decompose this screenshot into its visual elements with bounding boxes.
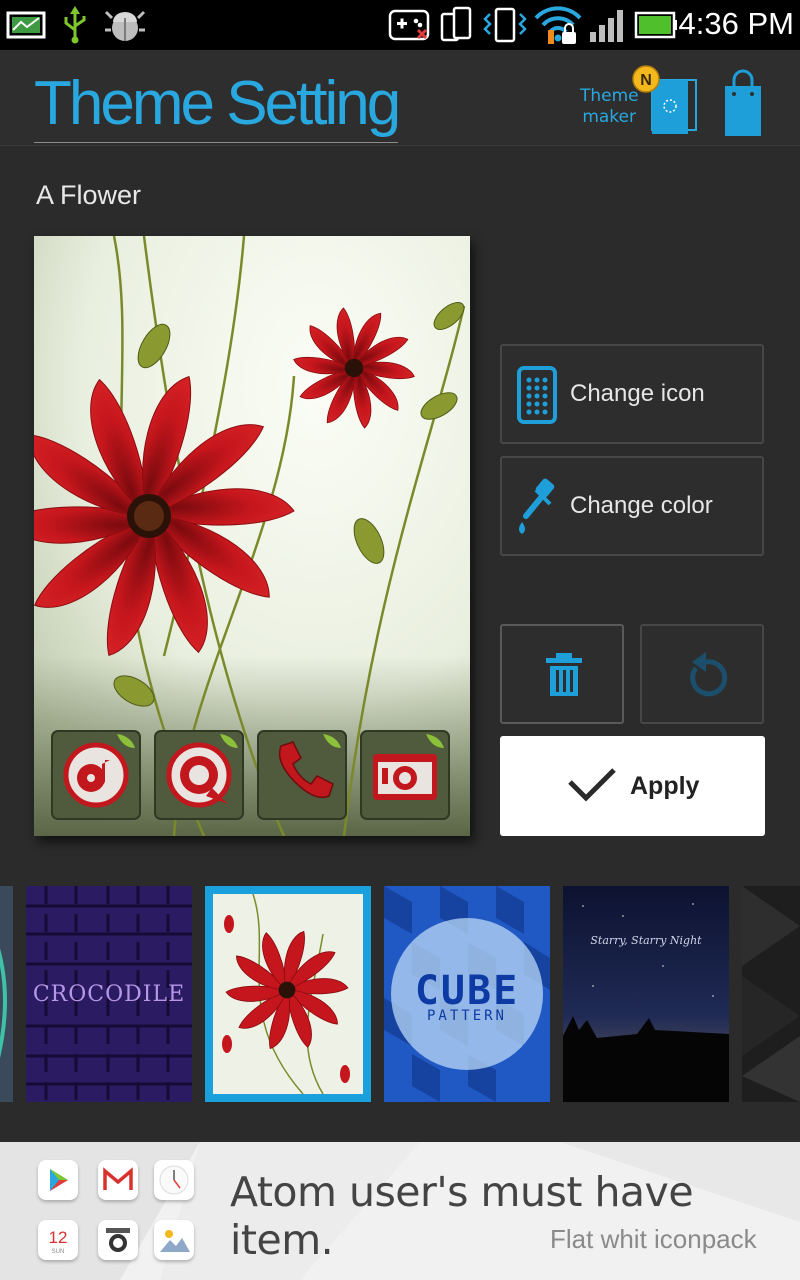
svg-text:SUN: SUN <box>52 1249 65 1255</box>
trash-icon <box>546 653 582 696</box>
reset-button[interactable] <box>640 624 764 724</box>
theme-maker-label[interactable]: Theme maker <box>580 86 639 128</box>
apply-label: Apply <box>630 772 700 800</box>
theme-thumb-sublabel: PATTERN <box>426 1008 507 1024</box>
battery-icon <box>634 11 677 39</box>
play-store-icon <box>38 1160 78 1200</box>
theme-thumb-flower-selected[interactable] <box>205 886 371 1102</box>
change-icon-label: Change icon <box>570 380 705 407</box>
status-bar: 4:36 PM <box>0 0 800 50</box>
clock-icon <box>154 1160 194 1200</box>
change-color-label: Change color <box>570 492 713 519</box>
app-header: Theme Setting Theme maker N <box>0 50 800 146</box>
calendar-icon: 12 SUN <box>38 1220 78 1260</box>
theme-thumb-cube[interactable]: CUBE PATTERN <box>384 886 550 1102</box>
wifi-icon <box>534 6 582 44</box>
apply-button[interactable]: Apply <box>500 736 765 836</box>
phone-grid-icon <box>517 366 557 424</box>
checkmark-icon <box>568 768 616 802</box>
ad-subline: Flat whit iconpack <box>550 1224 757 1254</box>
delete-button[interactable] <box>500 624 624 724</box>
device-sync-icon <box>440 6 472 42</box>
flower-thumb <box>213 893 363 1095</box>
theme-thumb-crocodile[interactable]: CROCODILE <box>26 886 192 1102</box>
new-badge: N <box>632 65 660 93</box>
dock-camera-icon <box>360 730 450 820</box>
gallery-icon <box>154 1220 194 1260</box>
debug-bug-icon <box>104 10 146 41</box>
theme-preview[interactable] <box>34 236 470 836</box>
theme-thumb-label: Starry, Starry Night <box>590 934 702 947</box>
svg-text:N: N <box>640 72 652 89</box>
signal-strength-icon <box>590 10 623 42</box>
theme-thumb-starry-night[interactable]: Starry, Starry Night <box>563 886 729 1102</box>
gmail-icon <box>98 1160 138 1200</box>
dock-message-icon <box>154 730 244 820</box>
dock-music-icon <box>51 730 141 820</box>
image-notification-icon <box>6 11 46 39</box>
usb-icon <box>64 6 86 44</box>
theme-thumb-partial-right[interactable] <box>742 886 800 1102</box>
svg-text:12: 12 <box>49 1228 68 1247</box>
page-title: Theme Setting <box>34 68 401 143</box>
theme-thumb-partial-left[interactable] <box>0 886 13 1102</box>
undo-arrow-icon <box>690 652 728 697</box>
change-icon-button[interactable]: Change icon <box>500 344 764 444</box>
theme-name: A Flower <box>36 180 142 210</box>
dock-phone-icon <box>257 730 347 820</box>
night-sky <box>563 886 729 1102</box>
change-color-button[interactable]: Change color <box>500 456 764 556</box>
status-time: 4:36 PM <box>678 6 794 41</box>
camera-icon <box>98 1220 138 1260</box>
eyedropper-icon <box>519 478 555 534</box>
ad-banner[interactable]: 12 SUN Atom user's must have item. Flat … <box>0 1142 800 1280</box>
shopping-bag-icon[interactable] <box>718 66 768 140</box>
game-controller-icon <box>388 9 430 41</box>
vibrate-icon <box>483 7 527 43</box>
theme-thumb-label: CROCODILE <box>32 982 186 1007</box>
